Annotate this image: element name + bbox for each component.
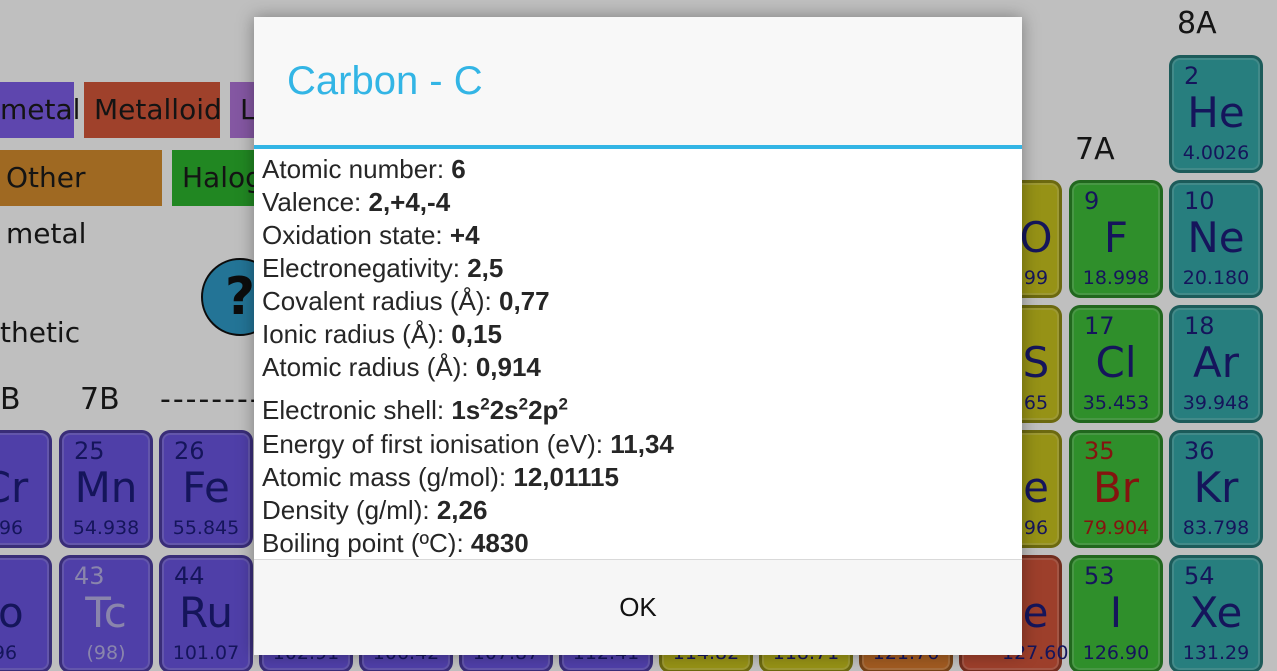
property-electronic-shell: Electronic shell: 1s22s22p2 (262, 394, 568, 425)
property-electronegativity: Electronegativity: 2,5 (262, 253, 504, 283)
property-boiling-point: Boiling point (ºC): 4830 (262, 528, 529, 557)
dialog-title: Carbon - C (287, 59, 483, 103)
property-oxidation-state: Oxidation state: +4 (262, 220, 480, 250)
element-properties-list[interactable]: Atomic number: 6 Valence: 2,+4,-4 Oxidat… (262, 153, 1014, 557)
property-atomic-number: Atomic number: 6 (262, 154, 466, 184)
property-ionic-radius: Ionic radius (Å): 0,15 (262, 319, 502, 349)
dialog-header: Carbon - C (254, 17, 1022, 145)
dialog-footer: OK (254, 559, 1022, 655)
property-atomic-mass: Atomic mass (g/mol): 12,01115 (262, 462, 619, 492)
property-covalent-radius: Covalent radius (Å): 0,77 (262, 286, 550, 316)
dialog-title-divider (254, 145, 1022, 149)
property-valence: Valence: 2,+4,-4 (262, 187, 451, 217)
property-atomic-radius: Atomic radius (Å): 0,914 (262, 352, 541, 382)
element-info-dialog: Carbon - C Atomic number: 6 Valence: 2,+… (254, 17, 1022, 655)
ok-button[interactable]: OK (254, 560, 1022, 655)
property-first-ionisation-energy: Energy of first ionisation (eV): 11,34 (262, 429, 674, 459)
property-density: Density (g/ml): 2,26 (262, 495, 488, 525)
